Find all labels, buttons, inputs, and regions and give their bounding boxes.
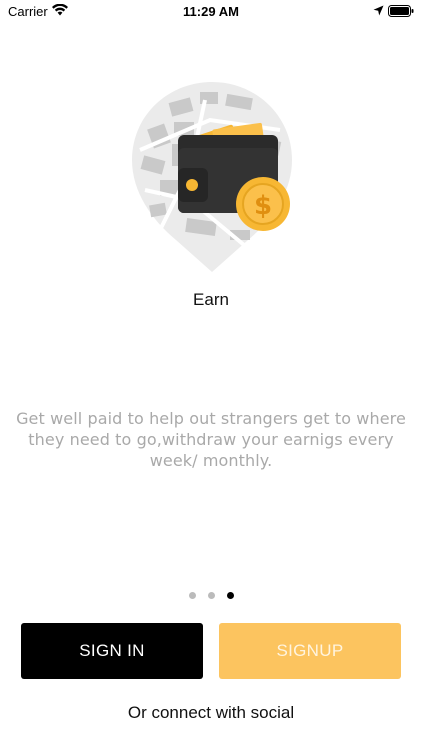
sign-up-button[interactable]: SIGNUP [219, 623, 401, 679]
sign-up-label: SIGNUP [276, 641, 344, 660]
status-time: 11:29 AM [183, 4, 239, 19]
social-connect-link[interactable]: Or connect with social [0, 703, 422, 723]
location-arrow-icon [373, 4, 384, 19]
status-bar: Carrier 11:29 AM [0, 0, 422, 22]
page-indicator[interactable] [0, 592, 422, 599]
sign-in-button[interactable]: SIGN IN [21, 623, 203, 679]
sign-in-label: SIGN IN [79, 641, 145, 660]
wallet-illustration: $ [130, 80, 295, 275]
battery-icon [388, 5, 414, 20]
onboarding-screen: Carrier 11:29 AM $ Earn Get well paid to… [0, 0, 422, 750]
svg-text:$: $ [254, 191, 272, 221]
page-title: Earn [193, 290, 229, 309]
onboarding-description: Get well paid to help out strangers get … [16, 409, 406, 470]
page-dot[interactable] [188, 592, 196, 599]
page-dot-active[interactable] [226, 592, 234, 599]
page-dot[interactable] [207, 592, 215, 599]
